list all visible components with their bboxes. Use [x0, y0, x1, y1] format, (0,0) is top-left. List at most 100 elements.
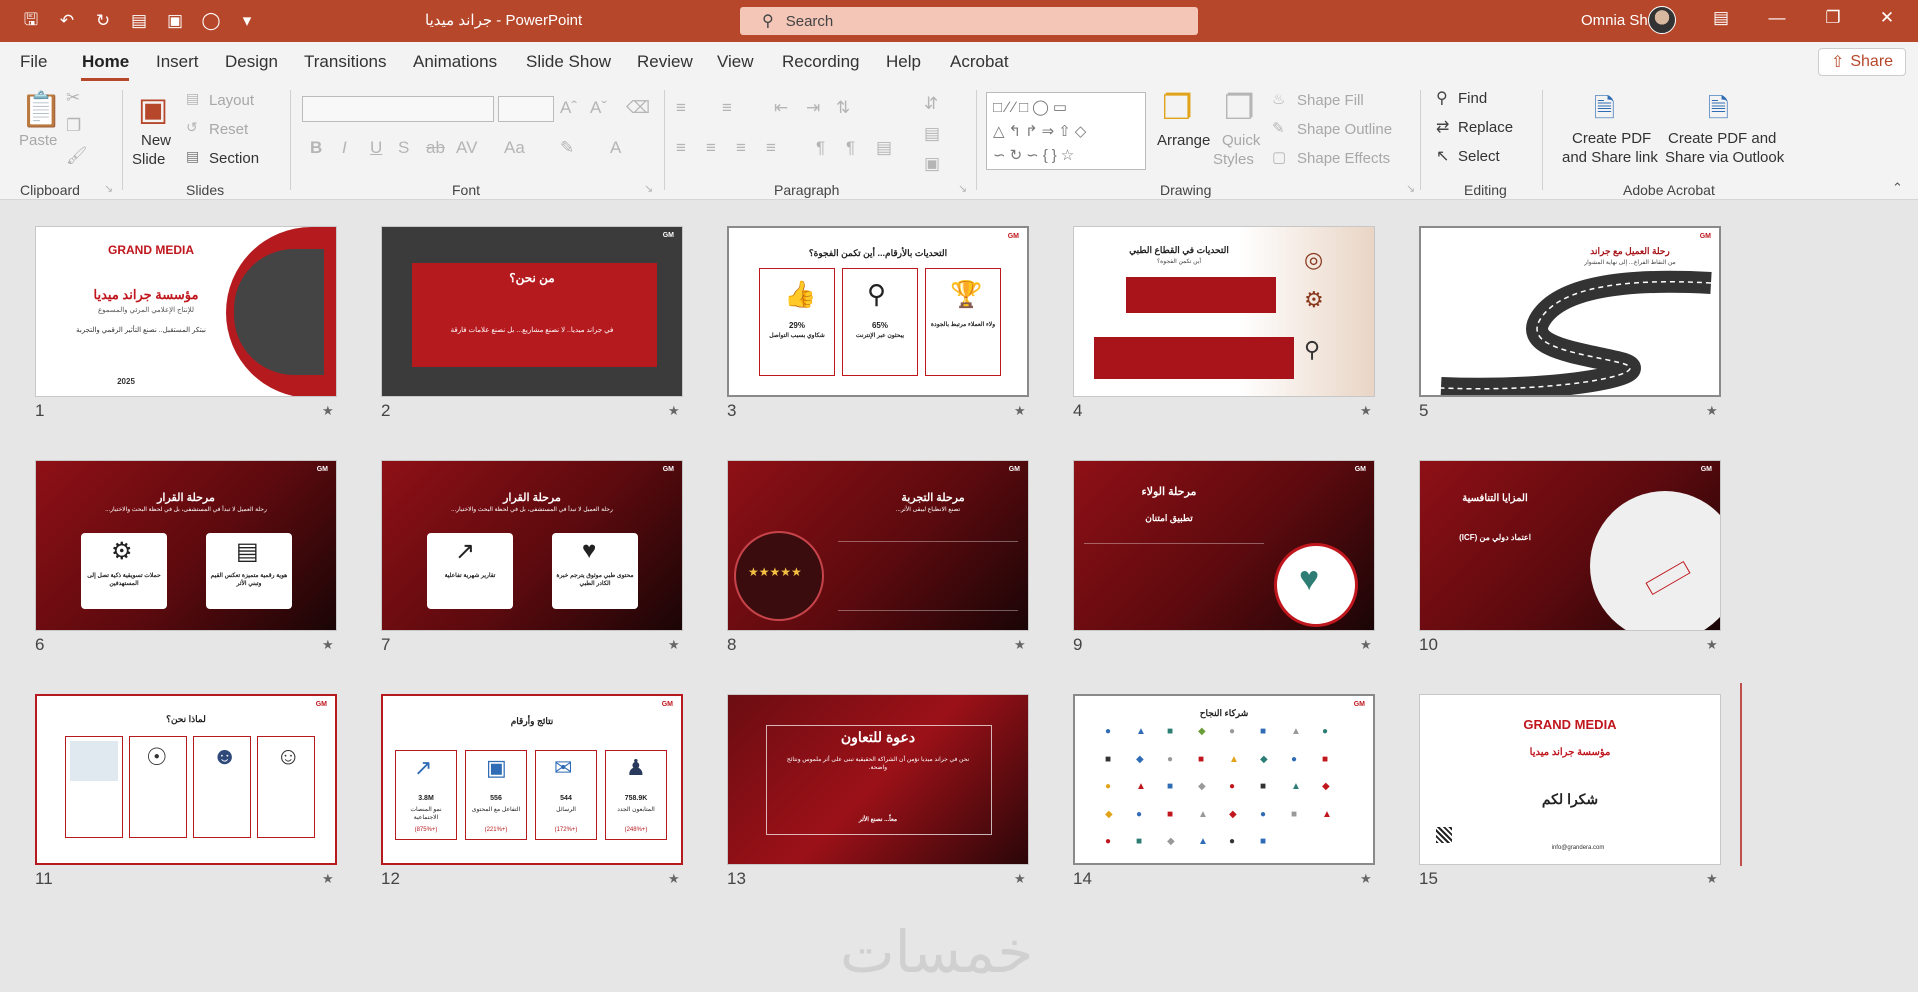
avatar[interactable] — [1648, 6, 1676, 34]
justify-icon[interactable]: ≡ — [766, 138, 776, 158]
align-center-icon[interactable]: ≡ — [706, 138, 716, 158]
shape-outline-button[interactable]: Shape Outline — [1297, 121, 1392, 138]
slide-thumbnail[interactable]: مرحلة القرار رحلة العميل لا تبدأ في المس… — [35, 460, 337, 631]
dialog-launcher-icon[interactable]: ↘ — [1406, 182, 1415, 195]
slide-thumbnail[interactable]: دعوة للتعاون نحن في جراند ميديا نؤمن أن … — [727, 694, 1029, 865]
reset-button[interactable]: Reset — [209, 121, 248, 138]
slide-thumbnail[interactable]: شركاء النجاح ● ▲ ■ ◆ ● ■ ▲ ● ■ ◆ ● ■ ▲ ◆ ● ■ ● ▲ ■ ◆ ● ■ ▲ ◆ … — [1073, 694, 1375, 865]
customize-qat-icon[interactable]: ▾ — [234, 9, 260, 33]
ltr-icon[interactable]: ¶ — [846, 138, 855, 158]
quick-styles-label-1[interactable]: Quick — [1222, 132, 1260, 149]
tab-acrobat[interactable]: Acrobat — [950, 52, 1009, 72]
minimize-icon[interactable]: — — [1762, 8, 1792, 28]
cut-icon[interactable]: ✂ — [66, 88, 80, 108]
pdf-outlook-icon[interactable]: 🗎 — [1708, 90, 1729, 134]
align-text-icon[interactable]: ▤ — [924, 124, 940, 144]
tab-slide-show[interactable]: Slide Show — [526, 52, 611, 72]
increase-indent-icon[interactable]: ⇥ — [806, 98, 820, 118]
collapse-ribbon-icon[interactable]: ⌃ — [1892, 180, 1903, 196]
slide-thumbnail[interactable]: التحديات في القطاع الطبي أين تكمن الفجوة… — [1073, 226, 1375, 397]
quick-styles-label-2[interactable]: Styles — [1213, 151, 1254, 168]
select-button[interactable]: Select — [1458, 148, 1500, 165]
slide-thumbnail[interactable]: لماذا نحن؟ ☉ ☻ ☺ GM — [35, 694, 337, 865]
tab-file[interactable]: File — [20, 52, 47, 72]
arrange-icon[interactable]: ❐ — [1162, 88, 1192, 128]
new-slide-icon[interactable]: ▣ — [138, 90, 168, 128]
slide-thumbnail[interactable]: GRAND MEDIA مؤسسة جراند ميديا للإنتاج ال… — [35, 226, 337, 397]
arrange-button[interactable]: Arrange — [1157, 132, 1210, 149]
tab-help[interactable]: Help — [886, 52, 921, 72]
dialog-launcher-icon[interactable]: ↘ — [958, 182, 967, 195]
slideshow-icon[interactable]: ▣ — [162, 9, 188, 33]
underline-icon[interactable]: U — [370, 138, 382, 158]
tab-animations[interactable]: Animations — [413, 52, 497, 72]
slide-thumbnail[interactable]: GRAND MEDIA مؤسسة جراند ميديا شكرا لكم i… — [1419, 694, 1721, 865]
strikethrough-icon[interactable]: ab — [426, 138, 445, 158]
decrease-font-icon[interactable]: Aˇ — [590, 98, 607, 118]
align-left-icon[interactable]: ≡ — [676, 138, 686, 158]
clear-formatting-icon[interactable]: ⌫ — [626, 98, 650, 118]
present-icon[interactable]: ▤ — [126, 9, 152, 33]
shape-effects-button[interactable]: Shape Effects — [1297, 150, 1390, 167]
slide-thumbnail[interactable]: من نحن؟ في جراند ميديا.. لا نصنع مشاريع.… — [381, 226, 683, 397]
tab-insert[interactable]: Insert — [156, 52, 199, 72]
create-pdf-link-label-1[interactable]: Create PDF — [1572, 130, 1651, 147]
bold-icon[interactable]: B — [310, 138, 322, 158]
highlight-icon[interactable]: ✎ — [560, 138, 574, 158]
create-pdf-outlook-label-2[interactable]: Share via Outlook — [1665, 149, 1784, 166]
slide-thumbnail[interactable]: مرحلة التجربة تصنع الانطباع ليبقى الأثر.… — [727, 460, 1029, 631]
slide-thumbnail[interactable]: المزايا التنافسية اعتماد دولي من (ICF) G… — [1419, 460, 1721, 631]
text-direction-icon[interactable]: ⇵ — [924, 94, 938, 114]
search-input[interactable]: ⚲ Search — [740, 7, 1198, 35]
slide-thumbnail[interactable]: مرحلة الولاء تطبيق امتنان ♥ GM — [1073, 460, 1375, 631]
ribbon-display-icon[interactable]: ▤ — [1706, 8, 1736, 28]
dialog-launcher-icon[interactable]: ↘ — [644, 182, 653, 195]
section-button[interactable]: Section — [209, 150, 259, 167]
tab-transitions[interactable]: Transitions — [304, 52, 387, 72]
dialog-launcher-icon[interactable]: ↘ — [104, 182, 113, 195]
restore-icon[interactable]: ❐ — [1818, 8, 1848, 28]
find-button[interactable]: Find — [1458, 90, 1487, 107]
paste-icon[interactable]: 📋 — [20, 90, 62, 130]
font-family-field[interactable] — [302, 96, 494, 122]
save-icon[interactable]: 🖫 — [18, 9, 44, 33]
tab-design[interactable]: Design — [225, 52, 278, 72]
columns-icon[interactable]: ▤ — [876, 138, 892, 158]
align-right-icon[interactable]: ≡ — [736, 138, 746, 158]
format-painter-icon[interactable]: 🖌 — [66, 146, 88, 166]
create-pdf-link-label-2[interactable]: and Share link — [1562, 149, 1658, 166]
layout-button[interactable]: Layout — [209, 92, 254, 109]
tab-recording[interactable]: Recording — [782, 52, 860, 72]
share-button[interactable]: ⇧ Share — [1818, 48, 1906, 76]
quick-styles-icon[interactable]: ❐ — [1224, 88, 1254, 128]
smartart-icon[interactable]: ▣ — [924, 154, 940, 174]
character-spacing-icon[interactable]: AV — [456, 138, 477, 158]
close-icon[interactable]: ✕ — [1872, 8, 1902, 28]
new-slide-label-2[interactable]: Slide — [132, 151, 165, 168]
decrease-indent-icon[interactable]: ⇤ — [774, 98, 788, 118]
paste-button[interactable]: Paste — [19, 132, 57, 149]
font-color-icon[interactable]: A — [610, 138, 621, 158]
undo-icon[interactable]: ↶ — [54, 9, 80, 33]
change-case-icon[interactable]: Aa — [504, 138, 525, 158]
shapes-gallery[interactable]: □∕∕□◯▭ △↰↱⇒⇧◇ ∽↻∽{}☆ — [986, 92, 1146, 170]
slide-thumbnail[interactable]: التحديات بالأرقام... أين تكمن الفجوة؟ 29… — [727, 226, 1029, 397]
new-slide-label-1[interactable]: New — [141, 132, 171, 149]
shadow-icon[interactable]: S — [398, 138, 409, 158]
shape-fill-button[interactable]: Shape Fill — [1297, 92, 1364, 109]
pdf-link-icon[interactable]: 🗎 — [1594, 90, 1615, 134]
increase-font-icon[interactable]: Aˆ — [560, 98, 577, 118]
tab-home[interactable]: Home — [82, 52, 129, 72]
create-pdf-outlook-label-1[interactable]: Create PDF and — [1668, 130, 1776, 147]
slide-thumbnail[interactable]: مرحلة القرار رحلة العميل لا تبدأ في المس… — [381, 460, 683, 631]
slide-thumbnail[interactable]: رحلة العميل مع جراند من النقاط الفراغ...… — [1419, 226, 1721, 397]
line-spacing-icon[interactable]: ⇅ — [836, 98, 850, 118]
redo-icon[interactable]: ↻ — [90, 9, 116, 33]
bullets-icon[interactable]: ≡ — [676, 98, 686, 118]
slide-thumbnail[interactable]: نتائج وأرقام ↗ 3.8M نمو المنصات الاجتماع… — [381, 694, 683, 865]
numbering-icon[interactable]: ≡ — [722, 98, 732, 118]
replace-button[interactable]: Replace — [1458, 119, 1513, 136]
tab-review[interactable]: Review — [637, 52, 693, 72]
italic-icon[interactable]: I — [342, 138, 347, 158]
touch-mode-icon[interactable]: ◯ — [198, 9, 224, 33]
